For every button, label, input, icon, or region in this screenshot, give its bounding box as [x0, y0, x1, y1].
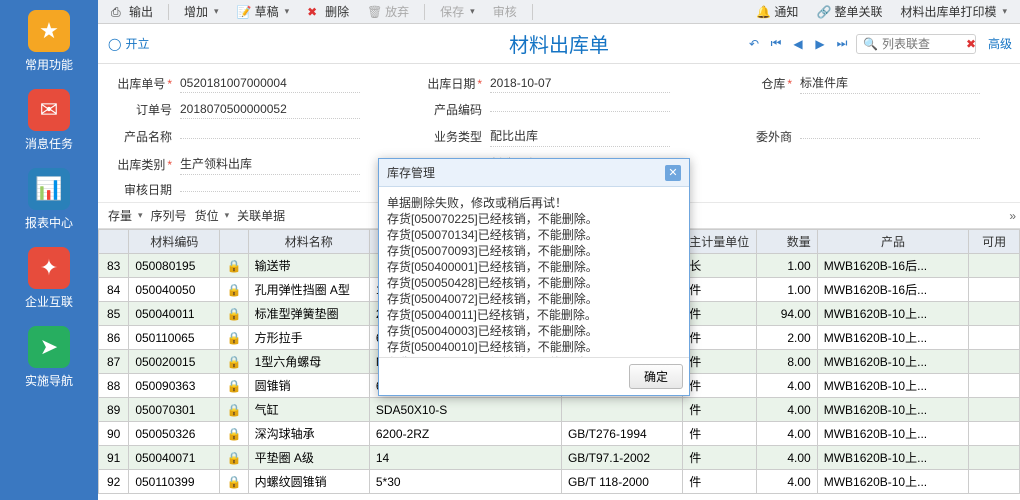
discard-icon: 🗑: [367, 5, 381, 19]
dialog-close-button[interactable]: ✕: [665, 165, 681, 181]
order-no-label: 订单号: [112, 101, 172, 118]
col-name[interactable]: 材料名称: [248, 230, 369, 254]
col-qty[interactable]: 数量: [757, 230, 818, 254]
search-input[interactable]: [882, 37, 962, 51]
table-row[interactable]: 90050050326🔒深沟球轴承6200-2RZGB/T276-1994件4.…: [99, 422, 1020, 446]
sidebar-label: 报表中心: [25, 214, 73, 231]
biz-type-value[interactable]: 配比出库: [490, 125, 670, 147]
col-prod[interactable]: 产品: [817, 230, 969, 254]
search-box[interactable]: 🔍 ✖: [856, 34, 976, 54]
output-icon: ⎙: [111, 5, 125, 19]
main-toolbar: ⎙输出 增加▾ 📝草稿▾ ✖删除 🗑放弃 保存▾ 审核 🔔通知 🔗整单关联 材料…: [98, 0, 1020, 24]
link-all-button[interactable]: 🔗整单关联: [809, 0, 889, 23]
sidebar-item-report[interactable]: 📊 报表中心: [4, 162, 94, 241]
outsrc-value[interactable]: [800, 134, 980, 139]
sidebar-item-enterprise[interactable]: ✦ 企业互联: [4, 241, 94, 320]
loc-button[interactable]: 货位▾: [195, 207, 230, 224]
notify-button[interactable]: 🔔通知: [749, 0, 805, 23]
add-button[interactable]: 增加▾: [177, 0, 226, 23]
out-type-label: 出库类别*: [112, 156, 172, 173]
outsrc-label: 委外商: [732, 128, 792, 145]
table-row[interactable]: 92050110399🔒内螺纹圆锥销5*30GB/T 118-2000件4.00…: [99, 470, 1020, 494]
title-bar: ◯开立 材料出库单 ↶ ⏮ ◀ ▶ ⏭ 🔍 ✖ 高级: [98, 24, 1020, 64]
audit-date-value[interactable]: [180, 187, 360, 192]
audit-date-label: 审核日期: [112, 181, 172, 198]
chevron-down-icon: ▾: [214, 6, 219, 17]
prod-name-label: 产品名称: [112, 128, 172, 145]
out-no-value[interactable]: 0520181007000004: [180, 74, 360, 93]
sidebar-item-implement[interactable]: ➤ 实施导航: [4, 320, 94, 399]
delete-icon: ✖: [307, 5, 321, 19]
stock-button[interactable]: 存量▾: [108, 207, 143, 224]
sidebar-item-common[interactable]: ★ 常用功能: [4, 4, 94, 83]
seq-button[interactable]: 序列号: [151, 207, 187, 224]
draft-button[interactable]: 📝草稿▾: [230, 0, 297, 23]
col-code[interactable]: 材料编码: [129, 230, 220, 254]
dialog-body[interactable]: 单据删除失败，修改或稍后再试！存货[050070225]已经核销，不能删除。存货…: [379, 187, 689, 357]
prod-code-value[interactable]: [490, 107, 670, 112]
compass-icon: ➤: [28, 326, 70, 368]
enterprise-icon: ✦: [28, 247, 70, 289]
next-button[interactable]: ▶: [812, 36, 828, 52]
save-button[interactable]: 保存▾: [433, 0, 482, 23]
advanced-link[interactable]: 高级: [988, 35, 1012, 52]
more-icon[interactable]: »: [1009, 209, 1016, 223]
error-dialog: 库存管理 ✕ 单据删除失败，修改或稍后再试！存货[050070225]已经核销，…: [378, 158, 690, 396]
sidebar-label: 消息任务: [25, 135, 73, 152]
status-open: ◯开立: [108, 35, 149, 52]
bell-icon: 🔔: [756, 5, 770, 19]
report-icon: 📊: [28, 168, 70, 210]
undo-button[interactable]: ↶: [746, 36, 762, 52]
search-icon: 🔍: [863, 37, 878, 51]
message-icon: ✉: [28, 89, 70, 131]
wh-value[interactable]: 标准件库: [800, 72, 980, 94]
link-icon: 🔗: [816, 5, 830, 19]
print-template-button[interactable]: 材料出库单打印模▾: [893, 0, 1014, 23]
discard-button[interactable]: 🗑放弃: [360, 0, 416, 23]
prod-code-label: 产品编码: [422, 101, 482, 118]
link-button[interactable]: 关联单据: [237, 207, 285, 224]
order-no-value[interactable]: 2018070500000052: [180, 100, 360, 119]
wh-label: 仓库*: [732, 75, 792, 92]
col-unit[interactable]: 主计量单位: [683, 230, 757, 254]
document-title: 材料出库单: [509, 29, 609, 58]
sidebar-item-message[interactable]: ✉ 消息任务: [4, 83, 94, 162]
first-button[interactable]: ⏮: [768, 36, 784, 52]
sidebar-label: 常用功能: [25, 56, 73, 73]
clear-icon[interactable]: ✖: [966, 37, 976, 51]
star-icon: ★: [28, 10, 70, 52]
delete-button[interactable]: ✖删除: [300, 0, 356, 23]
prod-name-value[interactable]: [180, 134, 360, 139]
dialog-title: 库存管理: [387, 164, 435, 181]
table-row[interactable]: 89050070301🔒气缸SDA50X10-S件4.00MWB1620B-10…: [99, 398, 1020, 422]
out-type-value[interactable]: 生产领料出库: [180, 153, 360, 175]
prev-button[interactable]: ◀: [790, 36, 806, 52]
biz-type-label: 业务类型: [422, 128, 482, 145]
sidebar: ★ 常用功能 ✉ 消息任务 📊 报表中心 ✦ 企业互联 ➤ 实施导航: [0, 0, 98, 500]
out-date-value[interactable]: 2018-10-07: [490, 74, 670, 93]
sidebar-label: 企业互联: [25, 293, 73, 310]
out-no-label: 出库单号*: [112, 75, 172, 92]
circle-icon: ◯: [108, 37, 121, 51]
last-button[interactable]: ⏭: [834, 36, 850, 52]
draft-icon: 📝: [237, 5, 251, 19]
review-button[interactable]: 审核: [486, 0, 524, 23]
output-button[interactable]: ⎙输出: [104, 0, 160, 23]
sidebar-label: 实施导航: [25, 372, 73, 389]
dialog-ok-button[interactable]: 确定: [629, 364, 683, 389]
col-avail[interactable]: 可用: [969, 230, 1020, 254]
table-row[interactable]: 91050040071🔒平垫圈 A级14GB/T97.1-2002件4.00MW…: [99, 446, 1020, 470]
out-date-label: 出库日期*: [422, 75, 482, 92]
